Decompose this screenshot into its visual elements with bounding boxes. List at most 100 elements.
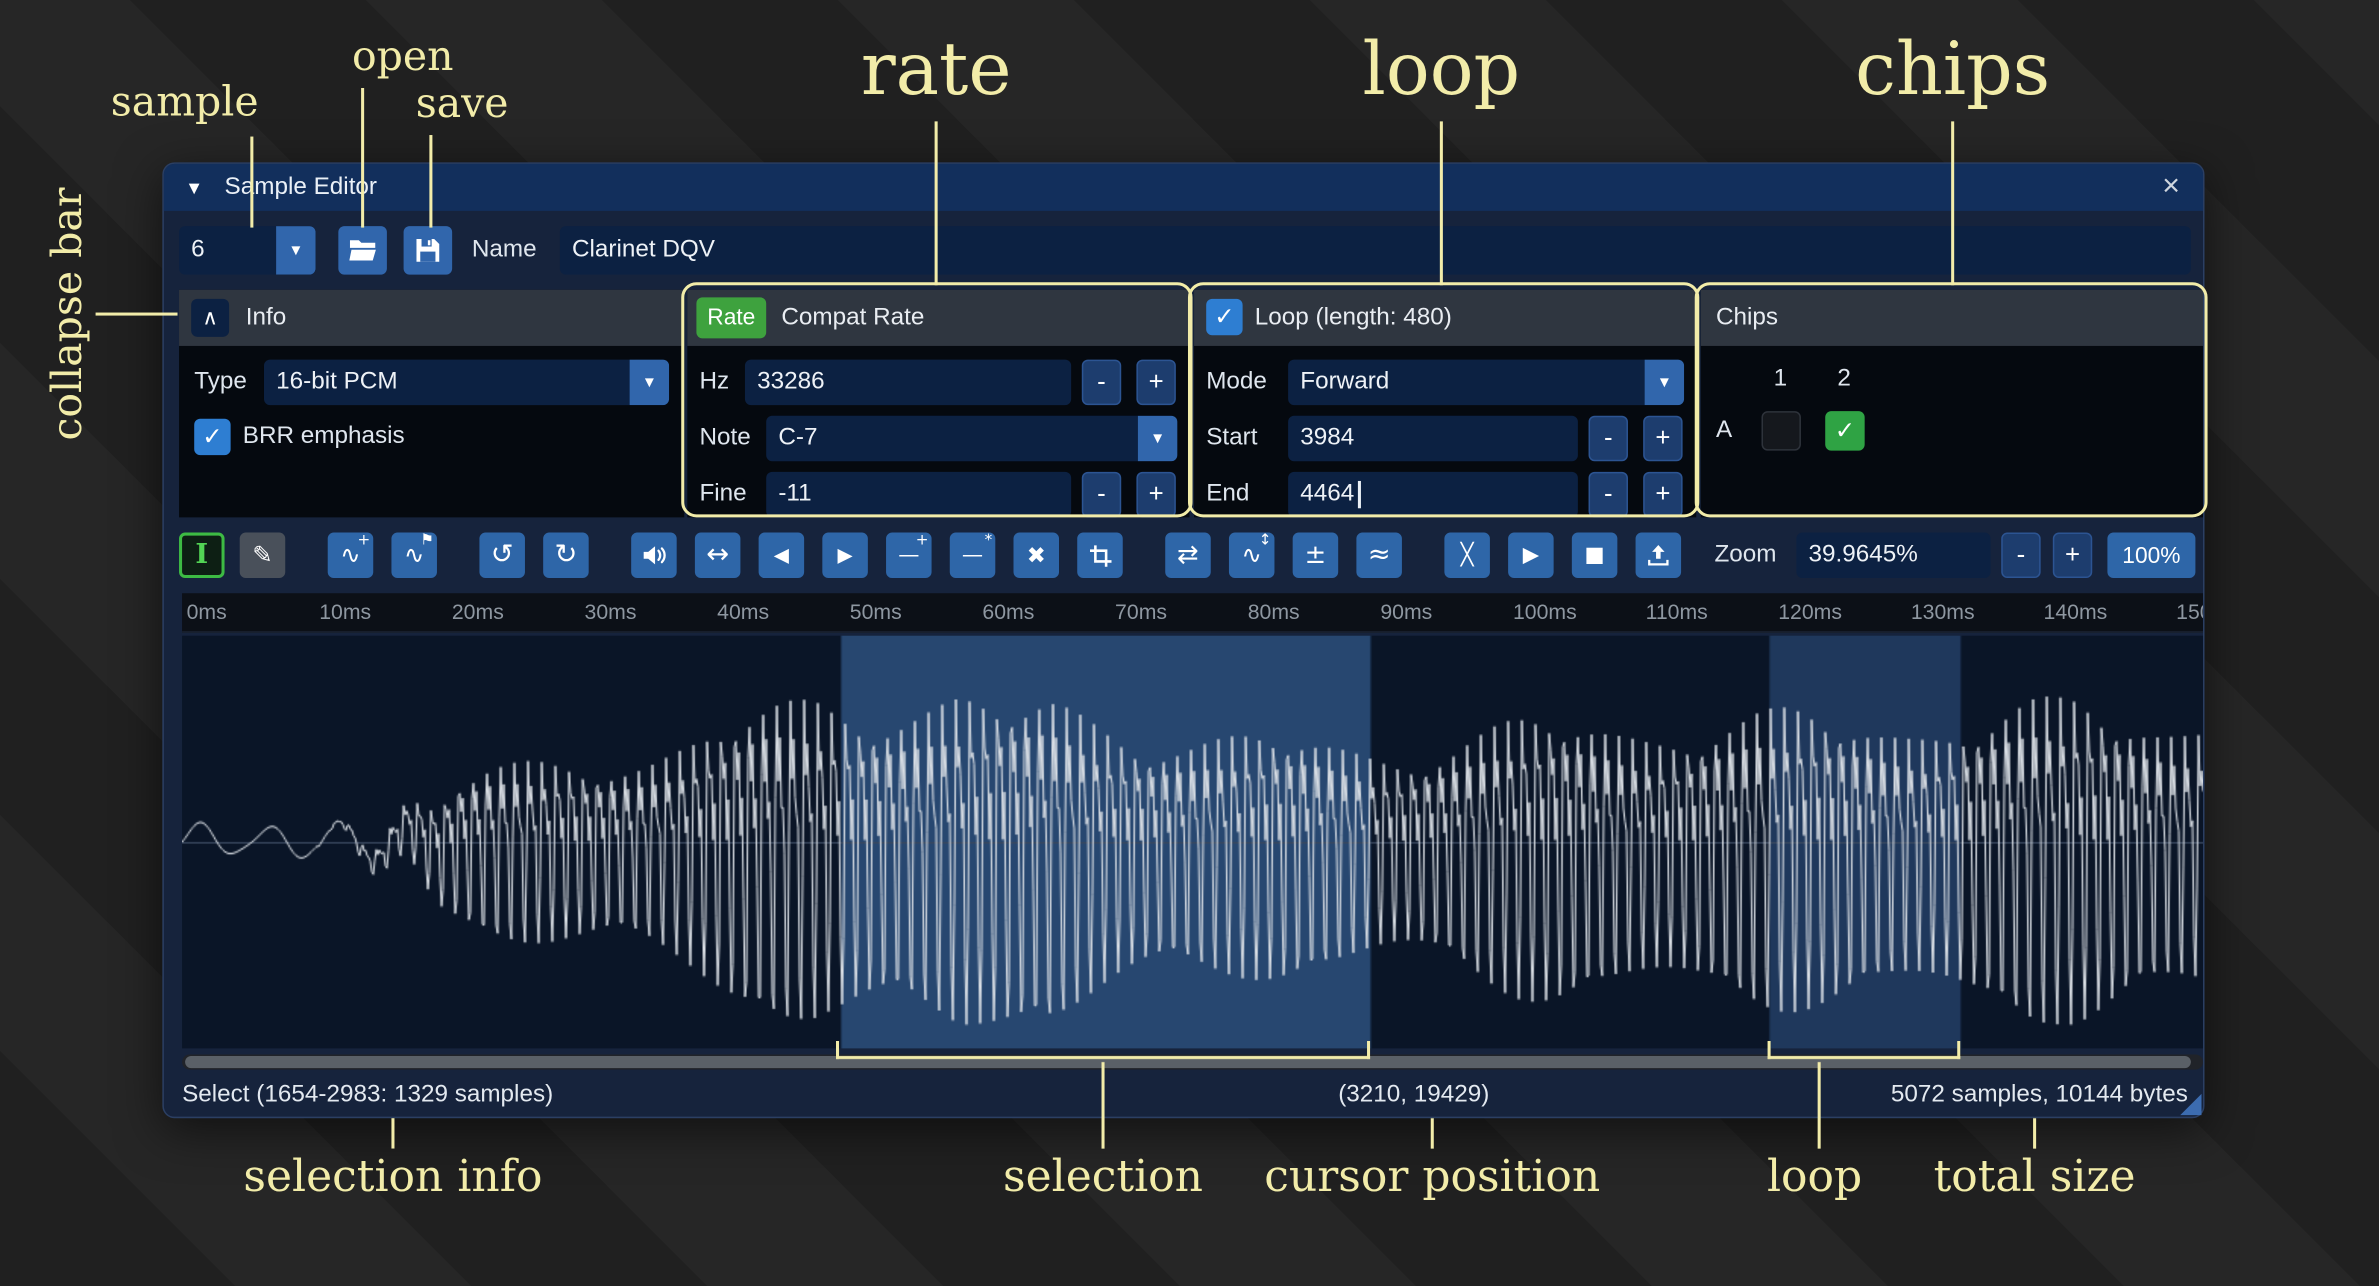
resample-button[interactable]: ∿ ⚑	[391, 533, 437, 579]
fade-out-button[interactable]: ▶	[822, 533, 868, 579]
resize-button[interactable]: ∿ +	[328, 533, 374, 579]
sign-button[interactable]: ±	[1293, 533, 1339, 579]
chips-panel-title: Chips	[1716, 304, 1778, 331]
select-tool-button[interactable]: I	[179, 533, 225, 579]
annotation-line-collapse	[96, 313, 178, 316]
ruler-tick: 70ms	[1115, 599, 1167, 623]
ruler-tick: 90ms	[1380, 599, 1432, 623]
rate-badge-button[interactable]: Rate	[696, 297, 766, 338]
zoom-reset-button[interactable]: 100%	[2107, 533, 2195, 579]
annotation-cursor-position: cursor position	[1264, 1150, 1600, 1202]
chip-1-checkbox[interactable]	[1761, 411, 1800, 450]
invert-button[interactable]: ∿ ↕	[1229, 533, 1275, 579]
crossfade-button[interactable]: ╳	[1444, 533, 1490, 579]
stop-button[interactable]: ■	[1572, 533, 1618, 579]
sample-dropdown-icon[interactable]: ▼	[276, 226, 315, 275]
loop-end-plus-button[interactable]: +	[1643, 472, 1682, 518]
floppy-disk-icon	[413, 235, 443, 265]
apply-silence-button[interactable]: — *	[950, 533, 996, 579]
ruler-tick: 40ms	[717, 599, 769, 623]
loop-start-minus-button[interactable]: -	[1589, 416, 1628, 462]
plus-badge-icon: +	[916, 533, 929, 550]
filter-button[interactable]: ≈	[1356, 533, 1402, 579]
annotation-line-selection-info	[391, 1118, 394, 1148]
reverse-button[interactable]: ⇄	[1165, 533, 1211, 579]
hz-minus-button[interactable]: -	[1082, 360, 1121, 406]
annotation-line-selection	[1102, 1062, 1105, 1148]
status-selection-info: Select (1654-2983: 1329 samples)	[182, 1076, 553, 1115]
annotation-line-chips	[1951, 121, 1954, 285]
brr-emphasis-checkbox[interactable]: ✓	[194, 419, 230, 455]
export-button[interactable]	[1636, 533, 1682, 579]
window-titlebar[interactable]: ▼ Sample Editor ×	[164, 164, 2203, 211]
trim-button[interactable]	[1077, 533, 1123, 579]
annotation-selection-info: selection info	[243, 1150, 542, 1202]
loop-start-input[interactable]: 3984	[1288, 416, 1578, 462]
play-button[interactable]: ▶	[1508, 533, 1554, 579]
annotation-save: save	[416, 80, 509, 127]
loop-start-plus-button[interactable]: +	[1643, 416, 1682, 462]
chip-2-checkbox[interactable]: ✓	[1825, 411, 1864, 450]
note-select[interactable]: C-7 ▼	[766, 416, 1177, 462]
redo-button[interactable]: ↻	[543, 533, 589, 579]
annotation-line-open	[361, 88, 364, 228]
fine-plus-button[interactable]: +	[1136, 472, 1175, 518]
loop-mode-select[interactable]: Forward ▼	[1288, 360, 1684, 406]
redo-icon: ↻	[554, 542, 577, 569]
hz-input[interactable]: 33286	[745, 360, 1071, 406]
loop-end-input[interactable]: 4464	[1288, 472, 1578, 518]
info-collapse-button[interactable]: ∧	[191, 299, 229, 337]
ruler-tick: 150ms	[2176, 599, 2203, 623]
loop-end-label: End	[1206, 472, 1249, 518]
annotation-sample: sample	[111, 79, 259, 126]
insert-silence-button[interactable]: — +	[886, 533, 932, 579]
window-collapse-icon[interactable]: ▼	[185, 178, 203, 199]
delete-button[interactable]: ✖	[1014, 533, 1060, 579]
dash-icon: —	[962, 545, 983, 566]
annotation-line-total-size	[2033, 1118, 2036, 1148]
selection-bracket	[836, 1041, 1370, 1059]
annotation-loop-marker: loop	[1767, 1150, 1862, 1202]
undo-button[interactable]: ↺	[479, 533, 525, 579]
screenshot-viewport: ▼ Sample Editor × 6 ▼ Name Clarinet DQV	[0, 0, 2379, 1286]
hz-plus-button[interactable]: +	[1136, 360, 1175, 406]
draw-tool-button[interactable]: ✎	[240, 533, 286, 579]
resize-grip[interactable]	[2180, 1094, 2201, 1115]
open-sample-button[interactable]	[338, 226, 387, 275]
crop-icon	[1087, 542, 1113, 568]
waveform-canvas[interactable]	[182, 636, 2203, 1049]
ibeam-cursor-icon: I	[195, 542, 208, 569]
ruler-tick: 20ms	[452, 599, 504, 623]
loop-mode-dropdown-icon[interactable]: ▼	[1645, 360, 1684, 406]
chip-column-2: 2	[1837, 360, 1851, 399]
fine-minus-button[interactable]: -	[1082, 472, 1121, 518]
type-dropdown-icon[interactable]: ▼	[630, 360, 669, 406]
sample-name-input[interactable]: Clarinet DQV	[560, 226, 2191, 275]
annotation-rate: rate	[861, 27, 1012, 112]
hz-value: 33286	[757, 369, 825, 396]
pencil-icon: ✎	[252, 543, 272, 567]
ruler-tick: 60ms	[982, 599, 1034, 623]
close-button[interactable]: ×	[2151, 167, 2190, 206]
sample-number-select[interactable]: 6 ▼	[179, 226, 316, 275]
annotation-line-sample	[250, 137, 253, 228]
window-title: Sample Editor	[225, 164, 377, 211]
save-sample-button[interactable]	[404, 226, 453, 275]
chip-row-label: A	[1716, 411, 1732, 450]
loop-end-minus-button[interactable]: -	[1589, 472, 1628, 518]
zoom-input[interactable]: 39.9645%	[1796, 533, 1990, 579]
sample-editor-window: ▼ Sample Editor × 6 ▼ Name Clarinet DQV	[162, 162, 2204, 1118]
checkmark-icon: ✓	[202, 422, 222, 452]
normalize-button[interactable]: ↔	[695, 533, 741, 579]
ruler-tick: 80ms	[1248, 599, 1300, 623]
fine-input[interactable]: -11	[766, 472, 1071, 518]
zoom-in-button[interactable]: +	[2053, 533, 2092, 579]
zoom-out-button[interactable]: -	[2001, 533, 2040, 579]
fade-in-button[interactable]: ◀	[759, 533, 805, 579]
annotation-chips: chips	[1855, 27, 2050, 112]
note-dropdown-icon[interactable]: ▼	[1138, 416, 1177, 462]
loop-start-value: 3984	[1300, 425, 1354, 452]
sample-type-select[interactable]: 16-bit PCM ▼	[264, 360, 669, 406]
amplify-button[interactable]	[631, 533, 677, 579]
loop-enable-checkbox[interactable]: ✓	[1206, 299, 1242, 335]
